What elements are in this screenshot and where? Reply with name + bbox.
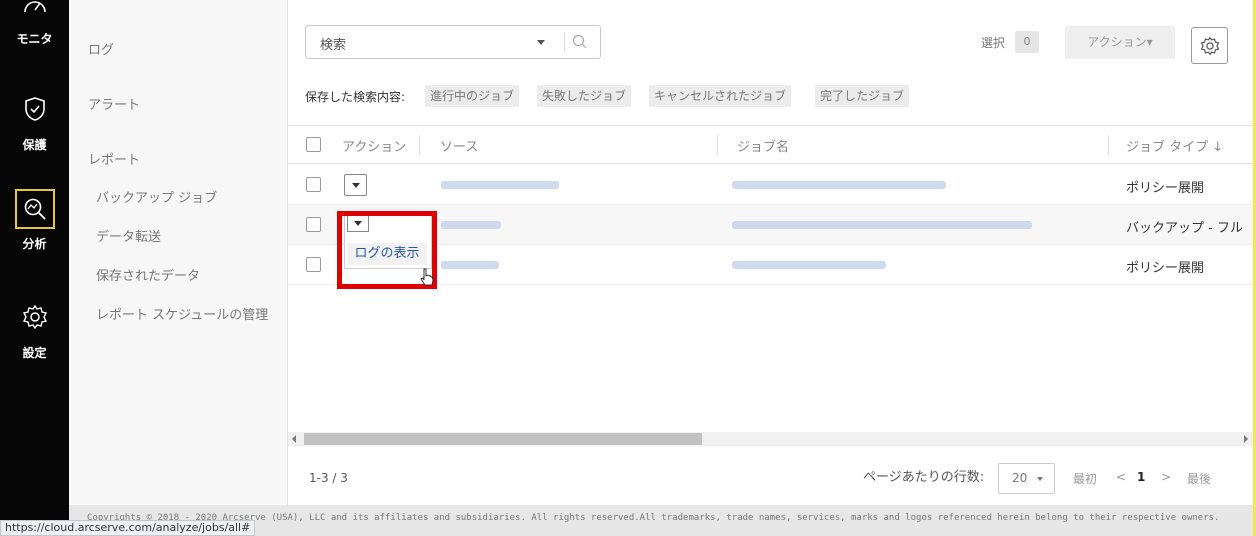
record-count: 1-3 / 3: [309, 471, 348, 485]
chip-in-progress-jobs[interactable]: 進行中のジョブ: [425, 85, 520, 107]
header-job-type[interactable]: ジョブ タイプ ↓: [1126, 136, 1223, 155]
speedometer-icon: [23, 1, 46, 13]
header-job-name[interactable]: ジョブ名: [737, 136, 789, 155]
nav-analyze[interactable]: 分析: [0, 189, 69, 252]
nav-analyze-label: 分析: [22, 237, 47, 251]
gear-icon: [22, 304, 47, 330]
search-placeholder: 検索: [320, 38, 347, 53]
prev-page-button[interactable]: <: [1116, 470, 1126, 484]
scroll-right-icon[interactable]: [1244, 435, 1248, 443]
scroll-left-icon[interactable]: [292, 435, 296, 443]
submenu-data-transfer[interactable]: データ転送: [96, 226, 161, 245]
nav-monitor-label: モニタ: [16, 32, 53, 46]
header-divider: [717, 135, 718, 155]
row-action-dropdown[interactable]: [344, 174, 367, 196]
nav-protect-label: 保護: [22, 138, 47, 152]
last-page-link[interactable]: 最後: [1187, 470, 1211, 487]
search-input[interactable]: 検索: [305, 25, 601, 59]
nav-settings[interactable]: 設定: [0, 304, 69, 361]
header-action: アクション: [342, 140, 407, 155]
submenu-report[interactable]: レポート: [88, 149, 140, 168]
row-checkbox[interactable]: [306, 177, 321, 192]
selected-count-badge: 0: [1015, 31, 1039, 53]
first-page-link[interactable]: 最初: [1073, 470, 1097, 487]
job-type-cell: ポリシー展開: [1126, 181, 1205, 196]
submenu-report-schedule[interactable]: レポート スケジュールの管理: [96, 304, 268, 323]
table-header: アクション ソース ジョブ名 ジョブ タイプ ↓: [288, 125, 1256, 164]
rows-per-page-value: 20: [1012, 471, 1028, 485]
rows-per-page-label: ページあたりの行数:: [863, 470, 985, 485]
saved-search-label: 保存した検索内容:: [305, 90, 406, 104]
copyright-text: Copyrights © 2018 - 2020 Arcserve (USA),…: [87, 513, 1220, 523]
search-icon[interactable]: [572, 34, 588, 50]
gear-icon: [1200, 35, 1219, 56]
header-divider: [1108, 135, 1109, 155]
submenu-alert[interactable]: アラート: [88, 94, 140, 113]
main-nav: モニタ 保護 分析 設定: [0, 0, 69, 536]
current-page: 1: [1137, 470, 1146, 484]
analyze-submenu: ログ アラート レポート バックアップ ジョブ データ転送 保存されたデータ レ…: [69, 0, 287, 505]
nav-settings-label: 設定: [22, 346, 47, 360]
selected-label: 選択: [981, 36, 1006, 50]
chip-failed-jobs[interactable]: 失敗したジョブ: [537, 85, 632, 107]
job-name-redacted: [732, 261, 886, 269]
source-redacted: [441, 221, 501, 229]
table-row[interactable]: ポリシー展開: [288, 165, 1256, 205]
nav-monitor[interactable]: モニタ: [0, 0, 69, 47]
table-settings-button[interactable]: [1191, 27, 1228, 64]
chip-cancelled-jobs[interactable]: キャンセルされたジョブ: [649, 85, 792, 107]
horizontal-scrollbar[interactable]: [288, 432, 1256, 446]
search-divider: [564, 32, 565, 52]
shield-check-icon: [24, 97, 45, 121]
rows-per-page-select[interactable]: 20: [998, 463, 1055, 494]
row-checkbox[interactable]: [306, 257, 321, 272]
header-divider: [419, 135, 420, 155]
submenu-saved-data[interactable]: 保存されたデータ: [96, 265, 200, 284]
search-dropdown-icon[interactable]: [537, 40, 545, 45]
select-all-checkbox[interactable]: [306, 137, 321, 152]
submenu-backup-job[interactable]: バックアップ ジョブ: [96, 187, 217, 206]
job-name-redacted: [732, 181, 946, 189]
scrollbar-thumb[interactable]: [304, 433, 702, 445]
job-type-cell: ポリシー展開: [1126, 261, 1205, 276]
source-redacted: [441, 261, 499, 269]
header-source[interactable]: ソース: [440, 136, 478, 155]
job-name-redacted: [732, 221, 1032, 229]
submenu-log[interactable]: ログ: [88, 39, 114, 58]
job-type-cell: バックアップ - フル: [1126, 221, 1243, 236]
chip-completed-jobs[interactable]: 完了したジョブ: [815, 85, 910, 107]
nav-analyze-highlight: [14, 189, 55, 229]
status-url: https://cloud.arcserve.com/analyze/jobs/…: [0, 520, 256, 536]
nav-protect[interactable]: 保護: [0, 96, 69, 153]
next-page-button[interactable]: >: [1161, 470, 1171, 484]
source-redacted: [441, 181, 559, 189]
jobs-panel: 検索 選択 0 アクション▾ 保存した検索内容: 進行中のジョブ 失敗したジョブ…: [287, 0, 1256, 505]
analyze-icon: [24, 198, 46, 220]
app-window: モニタ 保護 分析 設定 ログ アラート レポート バックアップ ジョブ データ…: [0, 0, 1256, 536]
row-checkbox[interactable]: [306, 217, 321, 232]
hand-cursor-icon: [420, 268, 434, 286]
action-dropdown-button[interactable]: アクション▾: [1065, 26, 1175, 59]
